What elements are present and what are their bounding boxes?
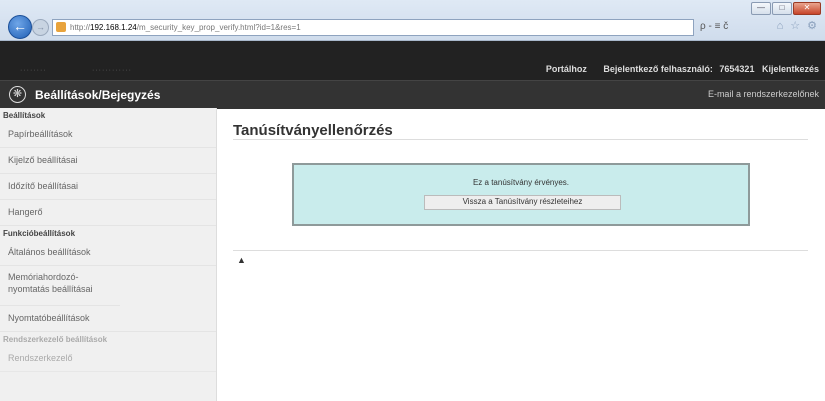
favicon-icon (56, 22, 66, 32)
status-panel: Ez a tanúsítvány érvényes. Vissza a Tanú… (292, 163, 750, 226)
sidebar-section-functions: Funkcióbeállítások (3, 229, 76, 238)
back-arrow-icon[interactable]: ← (8, 15, 32, 39)
star-icon[interactable]: ☆ (790, 19, 800, 34)
settings-gear-icon: ❋ (9, 86, 26, 103)
home-icon[interactable]: ⌂ (777, 19, 784, 34)
page-title: Tanúsítványellenőrzés (233, 122, 393, 139)
address-tools[interactable]: ρ - ≡ č (700, 19, 728, 34)
window-controls: — □ ✕ (751, 2, 821, 15)
browser-icons: ⌂ ☆ ⚙ (777, 19, 817, 34)
minimize-button[interactable]: — (751, 2, 771, 15)
content-divider (233, 250, 808, 251)
to-top-icon[interactable]: ▲ (237, 255, 246, 265)
sidebar-fade (0, 361, 216, 401)
top-header-bar: ········ ············ Portálhoz Bejelent… (0, 60, 825, 80)
sidebar-item-timer[interactable]: Időzítő beállításai (0, 174, 216, 200)
status-message: Ez a tanúsítvány érvényes. (472, 178, 570, 187)
device-name-blurred: ········ (20, 67, 47, 74)
sidebar-section-settings: Beállítások (3, 111, 46, 120)
url-prefix: http:// (70, 23, 91, 32)
forward-arrow-icon[interactable]: → (32, 19, 49, 36)
browser-toolbar: — □ ✕ ← → http://192.168.1.24/m_security… (0, 0, 825, 41)
sidebar-item-volume[interactable]: Hangerő (0, 200, 216, 226)
header-links: Portálhoz Bejelentkező felhasználó: 7654… (536, 64, 819, 74)
sidebar-item-printer[interactable]: Nyomtatóbeállítások (0, 306, 216, 332)
title-divider (233, 139, 808, 140)
sidebar-item-general[interactable]: Általános beállítások (0, 240, 216, 266)
back-to-certificate-button[interactable]: Vissza a Tanúsítvány részleteihez (424, 195, 621, 210)
sidebar-item-media-print[interactable]: Memóriahordozó-nyomtatás beállításai (0, 266, 120, 306)
url-host: 192.168.1.24 (90, 23, 137, 32)
app-title-bar: ❋ Beállítások/Bejegyzés E-mail a rendsze… (0, 80, 825, 109)
logout-link[interactable]: Kijelentkezés (762, 64, 819, 74)
app-title: Beállítások/Bejegyzés (35, 88, 161, 102)
login-user-label: Bejelentkező felhasználó: (603, 64, 713, 74)
sidebar-item-display[interactable]: Kijelző beállításai (0, 148, 216, 174)
close-button[interactable]: ✕ (793, 2, 821, 15)
header-spacer (0, 41, 825, 60)
maximize-button[interactable]: □ (772, 2, 792, 15)
mail-admin-link[interactable]: E-mail a rendszerkezelőnek (708, 89, 819, 99)
url-path: /m_security_key_prop_verify.html?id=1&re… (136, 23, 301, 32)
address-bar[interactable]: http://192.168.1.24/m_security_key_prop_… (52, 19, 694, 36)
device-model-blurred: ············ (92, 67, 132, 74)
sidebar: Beállítások Papírbeállítások Kijelző beá… (0, 108, 217, 401)
user-id: 7654321 (719, 64, 755, 74)
sidebar-section-admin: Rendszerkezelő beállítások (3, 335, 108, 344)
sidebar-item-paper[interactable]: Papírbeállítások (0, 122, 216, 148)
gear-icon[interactable]: ⚙ (807, 19, 817, 34)
portal-link[interactable]: Portálhoz (546, 64, 587, 74)
